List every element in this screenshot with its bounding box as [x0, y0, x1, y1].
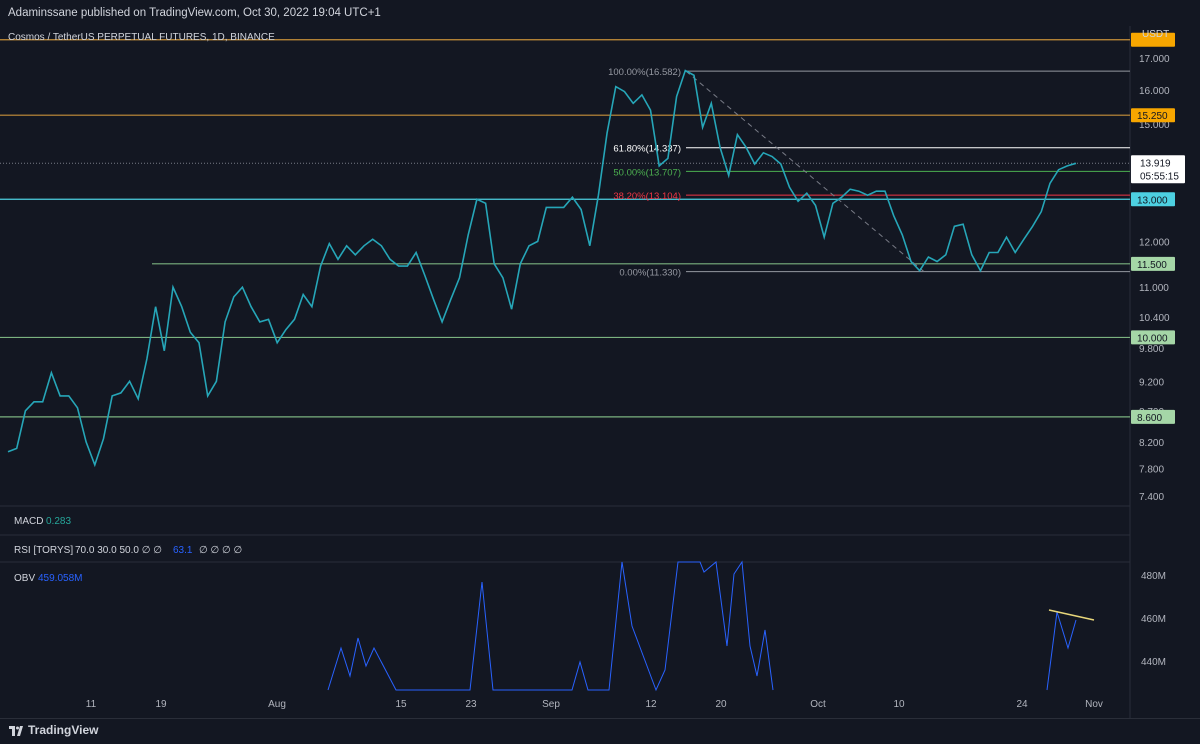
fib-level-label: 50.00%(13.707): [613, 167, 681, 178]
currency-label: USDT: [1142, 29, 1169, 40]
fib-level-label: 100.00%(16.582): [608, 67, 681, 78]
time-axis-label: 20: [715, 699, 727, 710]
rsi-value: 63.1: [173, 545, 193, 556]
time-axis-label: 11: [86, 699, 97, 710]
chart-title: Cosmos / TetherUS PERPETUAL FUTURES, 1D,…: [8, 32, 275, 43]
time-axis-label: 12: [645, 699, 657, 710]
level-tag-label: 15.250: [1137, 111, 1168, 122]
rsi-tail: ∅ ∅ ∅ ∅: [199, 545, 242, 556]
level-tag-label: 10.000: [1137, 333, 1168, 344]
fib-level-label: 0.00%(11.330): [619, 268, 681, 279]
time-axis-label: Oct: [810, 699, 826, 710]
price-axis-label: 10.400: [1139, 313, 1170, 324]
obv-axis-label: 440M: [1141, 657, 1166, 668]
brand-name: TradingView: [28, 723, 99, 737]
price-axis-label: 8.200: [1139, 438, 1164, 449]
rsi-params: 70.0 30.0 50.0 ∅ ∅: [75, 545, 162, 556]
time-axis-label: 10: [893, 699, 905, 710]
time-axis-label: 15: [395, 699, 407, 710]
time-axis-label: 23: [465, 699, 477, 710]
level-tag-label: 11.500: [1137, 260, 1167, 271]
time-axis-label: 19: [155, 699, 167, 710]
fib-level-label: 38.20%(13.104): [613, 191, 681, 202]
price-axis-label: 7.800: [1139, 464, 1164, 475]
published-text: Adaminssane published on TradingView.com…: [8, 7, 381, 19]
price-axis-label: 12.000: [1139, 237, 1170, 248]
price-axis-label: 9.800: [1139, 344, 1164, 355]
time-axis-label: Sep: [542, 699, 560, 710]
chart-svg[interactable]: 100.00%(16.582) 61.80%(14.337) 50.00%(13.7…: [0, 26, 1200, 718]
tradingview-logo-icon: [9, 726, 23, 736]
time-axis-label: Nov: [1085, 699, 1103, 710]
macd-label: MACD: [14, 516, 43, 527]
publish-header: Adaminssane published on TradingView.com…: [0, 0, 1200, 26]
obv-label: OBV: [14, 573, 35, 584]
macd-value: 0.283: [46, 516, 71, 527]
fib-level-label: 61.80%(14.337): [613, 144, 681, 155]
time-axis-label: Aug: [268, 699, 286, 710]
obv-axis-label: 480M: [1141, 571, 1166, 582]
obv-axis-label: 460M: [1141, 614, 1166, 625]
footer: TradingView: [0, 718, 1200, 744]
chart-area[interactable]: 100.00%(16.582) 61.80%(14.337) 50.00%(13.7…: [0, 26, 1200, 718]
price-axis-label: 16.000: [1139, 86, 1170, 97]
obv-value: 459.058M: [38, 573, 82, 584]
current-price-value: 13.919: [1140, 158, 1171, 169]
level-tag-label: 13.000: [1137, 195, 1168, 206]
price-axis-label: 17.000: [1139, 54, 1170, 65]
price-axis-label: 9.200: [1139, 377, 1164, 388]
countdown-value: 05:55:15: [1140, 171, 1179, 182]
time-axis-label: 24: [1016, 699, 1028, 710]
rsi-label: RSI [TORYS]: [14, 545, 73, 556]
price-axis-label: 7.400: [1139, 492, 1164, 503]
price-axis-label: 11.000: [1139, 283, 1169, 294]
level-tag-label: 8.600: [1137, 413, 1162, 424]
